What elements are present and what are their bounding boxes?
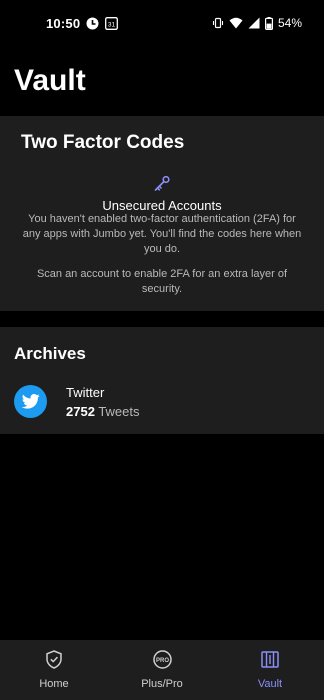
calendar-31-icon: 31	[105, 16, 119, 30]
status-right: 54%	[212, 16, 302, 30]
shield-check-icon	[45, 650, 63, 674]
archive-item-twitter[interactable]: Twitter 2752 Tweets	[0, 381, 324, 431]
archives-title: Archives	[14, 344, 86, 363]
archive-count: 2752	[66, 404, 95, 419]
vibrate-icon	[212, 17, 224, 29]
empty-state-hint: Scan an account to enable 2FA for an ext…	[36, 268, 288, 295]
signal-icon	[248, 17, 260, 29]
bottom-nav: Home PRO Plus/Pro Vault	[0, 640, 324, 700]
status-bar: 10:50 31 54%	[0, 0, 324, 46]
empty-state-title: Unsecured Accounts	[102, 198, 222, 213]
nav-item-home[interactable]: Home	[0, 640, 108, 700]
svg-text:31: 31	[108, 21, 116, 28]
key-icon	[152, 174, 172, 199]
page-title: Vault	[14, 64, 86, 97]
archive-unit: Tweets	[98, 404, 140, 419]
status-time: 10:50	[46, 15, 81, 31]
nav-label-vault: Vault	[257, 678, 283, 690]
empty-state-description: You haven't enabled two-factor authentic…	[22, 213, 302, 255]
vault-icon	[261, 650, 279, 674]
pro-badge-icon: PRO	[152, 650, 172, 674]
battery-percent: 54%	[277, 16, 302, 30]
opera-icon	[86, 17, 99, 30]
archive-name: Twitter	[66, 385, 105, 400]
nav-item-plus-pro[interactable]: PRO Plus/Pro	[108, 640, 216, 700]
twitter-bird-icon	[14, 385, 47, 418]
svg-text:PRO: PRO	[155, 658, 168, 664]
nav-label-plus-pro: Plus/Pro	[141, 678, 183, 690]
battery-icon	[264, 16, 273, 30]
nav-label-home: Home	[39, 678, 69, 690]
archives-card: Archives Twitter 2752 Tweets	[0, 327, 324, 434]
wifi-icon	[229, 17, 243, 29]
archive-meta: 2752 Tweets	[66, 404, 140, 419]
nav-item-vault[interactable]: Vault	[216, 640, 324, 700]
status-left: 10:50 31	[46, 15, 119, 31]
two-factor-title: Two Factor Codes	[21, 132, 185, 153]
